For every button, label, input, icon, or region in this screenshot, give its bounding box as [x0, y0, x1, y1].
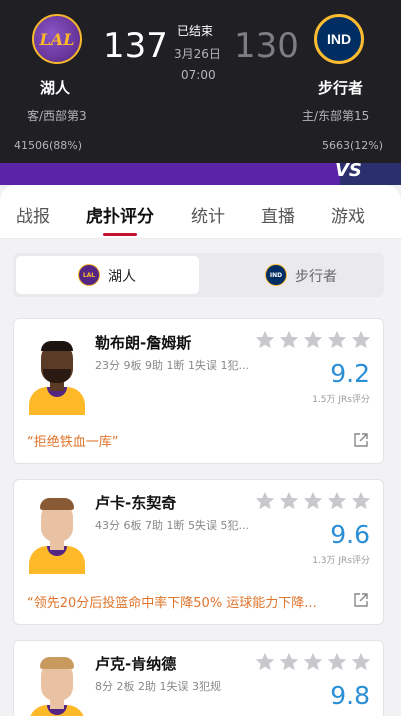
star-icon[interactable] [326, 490, 348, 512]
star-rating[interactable] [254, 651, 372, 673]
player-name[interactable]: 卢克-肯纳德 [95, 653, 176, 674]
player-name[interactable]: 勒布朗-詹姆斯 [95, 332, 191, 353]
team-switch-label: 步行者 [295, 269, 337, 285]
star-icon[interactable] [278, 651, 300, 673]
pacers-logo-icon: IND [265, 264, 287, 286]
share-icon[interactable] [353, 432, 369, 448]
lakers-logo-icon[interactable]: LAL [32, 14, 82, 64]
lakers-logo-text: LAL [39, 29, 75, 49]
star-icon[interactable] [326, 651, 348, 673]
player-stats: 23分 9板 9助 1断 1失误 1犯... [95, 359, 249, 372]
player-photo [27, 653, 87, 716]
star-icon[interactable] [350, 329, 372, 351]
game-status: 已结束 [177, 24, 214, 38]
away-team-name[interactable]: 步行者 [318, 77, 363, 98]
share-icon[interactable] [353, 592, 369, 608]
star-icon[interactable] [302, 329, 324, 351]
tab-report[interactable]: 战报 [16, 202, 50, 227]
star-rating[interactable] [254, 329, 372, 351]
vs-badge: VS [335, 160, 362, 181]
lakers-mini-logo-text: LAL [82, 271, 96, 279]
player-rating: 9.6 [330, 520, 370, 549]
home-support-bar[interactable] [0, 163, 340, 185]
tab-bar: 战报 虎扑评分 统计 直播 游戏 [0, 185, 401, 239]
star-icon[interactable] [302, 651, 324, 673]
pacers-logo-text: IND [326, 31, 352, 47]
rating-votes: 1.5万 JRs评分 [312, 395, 370, 405]
star-rating[interactable] [254, 490, 372, 512]
lakers-logo-icon: LAL [78, 264, 100, 286]
star-icon[interactable] [278, 490, 300, 512]
game-date: 3月26日 [174, 47, 221, 61]
player-stats: 8分 2板 2助 1失误 3犯规 [95, 680, 221, 693]
team-switch: LAL 湖人 IND 步行者 [13, 253, 384, 297]
player-name[interactable]: 卢卡-东契奇 [95, 492, 176, 513]
star-icon[interactable] [254, 651, 276, 673]
team-switch-lakers[interactable]: LAL 湖人 [16, 256, 199, 294]
home-support-count: 41506(88%) [14, 139, 83, 152]
home-team-rank: 客/西部第3 [27, 109, 87, 123]
tab-game[interactable]: 游戏 [331, 202, 365, 227]
player-photo [27, 494, 87, 574]
player-card[interactable]: 卢克-肯纳德 8分 2板 2助 1失误 3犯规 9.8 [13, 640, 384, 716]
team-switch-label: 湖人 [108, 269, 136, 285]
star-icon[interactable] [254, 490, 276, 512]
star-icon[interactable] [350, 490, 372, 512]
game-header: LAL IND 湖人 步行者 客/西部第3 主/东部第15 137 130 已结… [0, 0, 401, 185]
player-rating: 9.8 [330, 681, 370, 710]
star-icon[interactable] [254, 329, 276, 351]
star-icon[interactable] [302, 490, 324, 512]
rating-votes: 1.3万 JRs评分 [312, 556, 370, 566]
player-photo [27, 335, 87, 415]
tab-stats[interactable]: 统计 [191, 202, 225, 227]
home-team-name[interactable]: 湖人 [40, 77, 70, 98]
star-icon[interactable] [326, 329, 348, 351]
home-score: 137 [103, 26, 168, 66]
away-team-rank: 主/东部第15 [302, 109, 370, 123]
top-comment[interactable]: “拒绝铁血一库” [27, 431, 327, 450]
player-card[interactable]: 勒布朗-詹姆斯 23分 9板 9助 1断 1失误 1犯... 9.2 1.5万 … [13, 318, 384, 464]
star-icon[interactable] [278, 329, 300, 351]
tab-live[interactable]: 直播 [261, 202, 295, 227]
tab-hupu-rating[interactable]: 虎扑评分 [86, 202, 154, 227]
pacers-logo-icon[interactable]: IND [314, 14, 364, 64]
player-stats: 43分 6板 7助 1断 5失误 5犯... [95, 519, 249, 532]
team-switch-pacers[interactable]: IND 步行者 [199, 256, 382, 294]
away-score: 130 [234, 26, 299, 66]
top-comment[interactable]: “领先20分后投篮命中率下降50% 运球能力下降... [27, 592, 327, 611]
away-support-count: 5663(12%) [322, 139, 384, 152]
star-icon[interactable] [350, 651, 372, 673]
player-rating: 9.2 [330, 359, 370, 388]
pacers-mini-logo-text: IND [269, 271, 283, 279]
game-time: 07:00 [181, 68, 216, 82]
active-tab-indicator [103, 233, 137, 236]
player-card[interactable]: 卢卡-东契奇 43分 6板 7助 1断 5失误 5犯... 9.6 1.3万 J… [13, 479, 384, 625]
